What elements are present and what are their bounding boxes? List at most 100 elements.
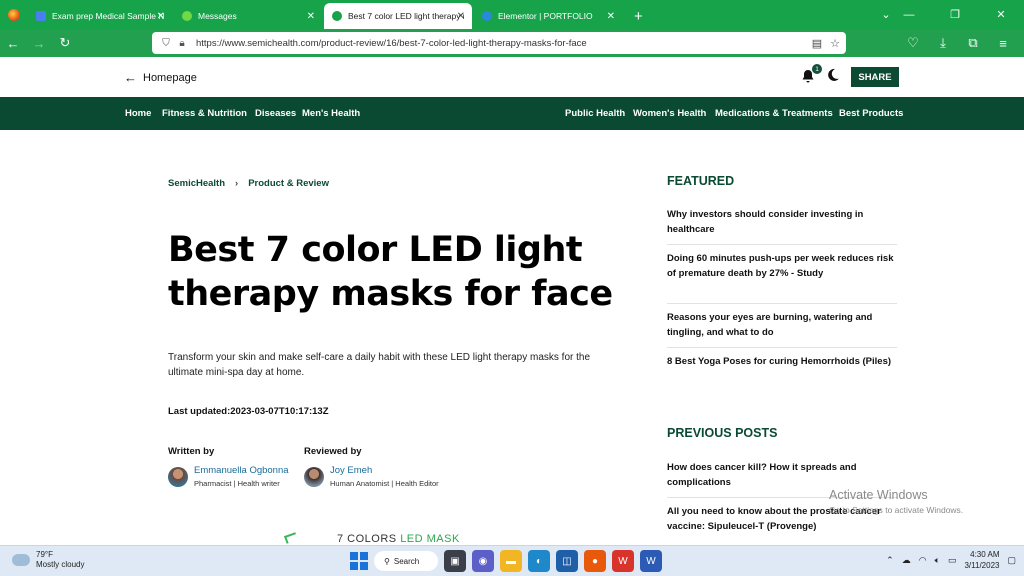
close-window-icon[interactable]: ✕ — [978, 0, 1024, 29]
nav-medications-treatments[interactable]: Medications & Treatments — [715, 108, 833, 119]
firefox-icon[interactable] — [0, 0, 28, 29]
clock-date: 3/11/2023 — [964, 561, 1000, 570]
extensions-icon[interactable]: ⧉ — [960, 29, 986, 57]
back-arrow-icon[interactable]: ← — [0, 29, 26, 57]
reviewer-byline: Reviewed by Joy Emeh Human Anatomist | H… — [304, 446, 439, 488]
file-explorer-icon[interactable]: ▬ — [500, 550, 522, 572]
weather-condition: Mostly cloudy — [36, 560, 85, 569]
download-icon[interactable]: ⤓ — [930, 29, 956, 57]
weather-widget[interactable]: 79°F Mostly cloudy — [9, 550, 85, 570]
dark-mode-toggle-icon[interactable] — [826, 68, 840, 82]
close-icon[interactable]: ✕ — [307, 11, 315, 22]
written-by-label: Written by — [168, 446, 215, 457]
browser-tab-elementor[interactable]: Elementor | PORTFOLIO ✕ — [474, 3, 622, 29]
taskbar-search[interactable]: ⚲ Search — [374, 551, 438, 571]
store-icon[interactable]: ◫ — [556, 550, 578, 572]
browser-tab-exam-prep[interactable]: Exam prep Medical Sample Note ✕ — [28, 3, 172, 29]
reload-icon[interactable]: ↻ — [52, 29, 78, 57]
elementor-icon — [482, 11, 492, 21]
address-bar[interactable]: ⛉ 🔒︎ https://www.semichealth.com/product… — [152, 32, 846, 54]
new-tab-plus-icon[interactable]: + — [634, 3, 643, 29]
watermark-subtitle: Go to Settings to activate Windows. — [829, 505, 964, 515]
reviewer-title: Human Anatomist | Health Editor — [330, 479, 439, 488]
close-icon[interactable]: ✕ — [157, 11, 165, 22]
banner-logo-icon — [283, 532, 299, 544]
author-avatar[interactable] — [168, 466, 188, 487]
nav-best-products[interactable]: Best Products — [839, 108, 903, 119]
edge-icon[interactable]: ◐ — [528, 550, 550, 572]
pocket-icon[interactable]: ♡ — [900, 29, 926, 57]
word-icon[interactable]: W — [640, 550, 662, 572]
author-byline: Written by Emmanuella Ogbonna Pharmacist… — [168, 446, 289, 488]
clock[interactable]: 4:30 AM 3/11/2023 — [964, 549, 999, 571]
firefox-taskbar-icon[interactable]: ● — [584, 550, 606, 572]
browser-toolbar: ← → ↻ ⛉ 🔒︎ https://www.semichealth.com/p… — [0, 29, 1024, 57]
homepage-link[interactable]: ← Homepage — [124, 70, 197, 85]
breadcrumb-product-review[interactable]: Product & Review — [248, 178, 329, 189]
nav-home[interactable]: Home — [125, 108, 151, 119]
forward-arrow-icon[interactable]: → — [26, 29, 52, 57]
wifi-icon[interactable]: ◠ — [919, 555, 927, 566]
menu-icon[interactable]: ≡ — [990, 29, 1016, 57]
battery-icon[interactable]: ▭ — [948, 555, 957, 566]
homepage-label: Homepage — [143, 71, 197, 84]
featured-item[interactable]: 8 Best Yoga Poses for curing Hemorrhoids… — [667, 354, 897, 369]
reviewer-avatar[interactable] — [304, 466, 324, 487]
task-view-icon[interactable]: ▣ — [444, 550, 466, 572]
divider — [667, 244, 897, 245]
featured-item[interactable]: Why investors should consider investing … — [667, 207, 897, 237]
main-nav: Home Fitness & Nutrition Diseases Men's … — [0, 97, 1024, 130]
speaker-icon[interactable]: 🔈︎ — [935, 555, 940, 566]
window-controls: — ❐ ✕ — [886, 0, 1024, 29]
shield-icon[interactable]: ⛉ — [158, 38, 174, 49]
banner-text: 7 COLORS — [337, 533, 401, 545]
windows-taskbar: 79°F Mostly cloudy ⚲ Search ▣ ◉ ▬ ◐ ◫ ● … — [0, 545, 1024, 576]
divider — [667, 347, 897, 348]
reviewer-name-link[interactable]: Joy Emeh — [330, 465, 439, 476]
previous-post-item[interactable]: How does cancer kill? How it spreads and… — [667, 460, 897, 490]
docs-icon — [36, 11, 46, 21]
author-title: Pharmacist | Health writer — [194, 479, 280, 488]
notification-bell-icon[interactable]: 1 — [800, 64, 822, 84]
browser-tab-strip: Exam prep Medical Sample Note ✕ Messages… — [0, 0, 1024, 29]
chevron-up-icon[interactable]: ⌃ — [886, 555, 894, 566]
nav-womens-health[interactable]: Women's Health — [633, 108, 706, 119]
notification-count: 1 — [812, 64, 822, 74]
tab-label: Elementor | PORTFOLIO — [498, 11, 593, 21]
search-label: Search — [393, 556, 420, 566]
close-icon[interactable]: ✕ — [457, 11, 465, 22]
featured-item[interactable]: Reasons your eyes are burning, watering … — [667, 310, 897, 340]
semichealth-icon — [332, 11, 342, 21]
teams-chat-icon[interactable]: ◉ — [472, 550, 494, 572]
lock-icon[interactable]: 🔒︎ — [174, 38, 190, 49]
weather-temp: 79°F — [36, 550, 53, 559]
browser-tab-messages[interactable]: Messages ✕ — [174, 3, 322, 29]
cloudy-weather-icon — [9, 550, 30, 566]
reviewed-by-label: Reviewed by — [304, 446, 362, 457]
featured-item[interactable]: Doing 60 minutes push-ups per week reduc… — [667, 251, 897, 281]
browser-tab-semichealth[interactable]: Best 7 color LED light therapy m ✕ — [324, 3, 472, 29]
article-headline: Best 7 color LED light therapy masks for… — [168, 230, 613, 314]
windows-start-icon[interactable] — [350, 552, 368, 570]
author-name-link[interactable]: Emmanuella Ogbonna — [194, 465, 289, 476]
breadcrumb-semichealth[interactable]: SemicHealth — [168, 178, 225, 189]
nav-fitness-nutrition[interactable]: Fitness & Nutrition — [162, 108, 247, 119]
featured-heading: FEATURED — [667, 174, 735, 188]
close-icon[interactable]: ✕ — [607, 11, 615, 22]
onedrive-cloud-icon[interactable]: ☁ — [902, 555, 911, 566]
nav-diseases[interactable]: Diseases — [255, 108, 296, 119]
url-text[interactable]: https://www.semichealth.com/product-revi… — [196, 38, 812, 49]
share-button[interactable]: SHARE — [851, 67, 899, 87]
restore-icon[interactable]: ❐ — [932, 0, 978, 29]
system-tray: ⌃ ☁ ◠ 🔈︎ ▭ 4:30 AM 3/11/2023 ▢ — [886, 549, 1016, 571]
tab-label: Messages — [198, 11, 237, 21]
nav-mens-health[interactable]: Men's Health — [302, 108, 360, 119]
bookmark-star-icon[interactable]: ☆ — [830, 37, 840, 50]
breadcrumb: SemicHealth › Product & Review — [168, 178, 329, 189]
minimize-icon[interactable]: — — [886, 0, 932, 29]
tab-label: Exam prep Medical Sample Note — [52, 11, 164, 21]
wps-office-icon[interactable]: W — [612, 550, 634, 572]
reader-view-icon[interactable]: ▤ — [812, 37, 822, 50]
nav-public-health[interactable]: Public Health — [565, 108, 625, 119]
notifications-icon[interactable]: ▢ — [1007, 555, 1016, 566]
